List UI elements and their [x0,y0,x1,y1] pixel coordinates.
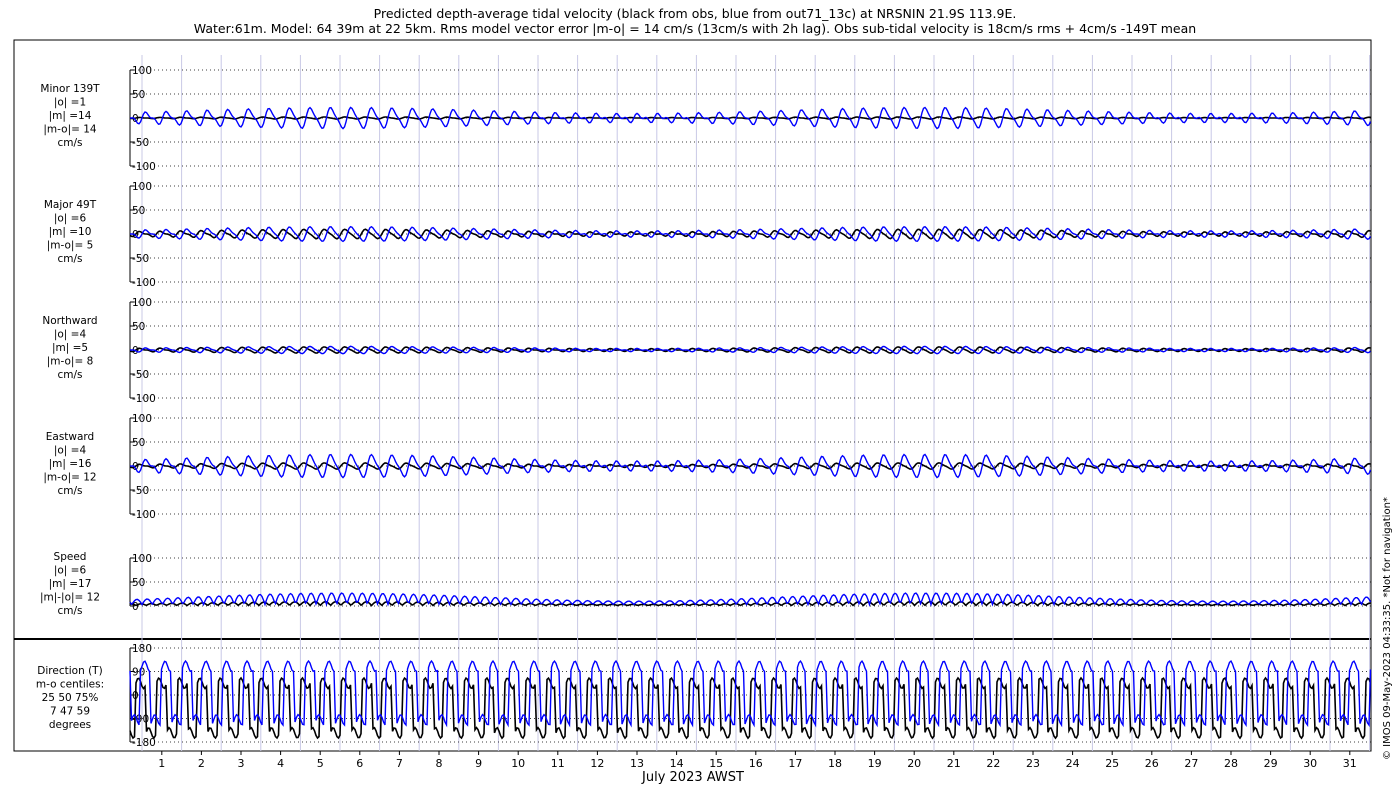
x-tick-label: 3 [238,757,245,770]
y-tick-label: 100 [132,181,152,193]
panel-direction: Direction (T) m-o centiles:25 50 75% 7 47 … [36,643,1372,749]
figure-frame [13,39,1372,752]
panel-label: cm/s [57,485,82,497]
figure: Predicted depth-average tidal velocity (… [0,0,1400,800]
credit-text: © IMOS 09-May-2023 04:33:35. *Not for na… [1382,497,1393,760]
y-tick-label: 50 [132,321,145,333]
panel-label: |m-o|= 8 [47,356,94,368]
panel-label: |o| =4 [54,329,87,341]
x-tick-label: 13 [630,757,644,770]
y-tick-label: 180 [132,643,152,655]
x-tick-label: 22 [986,757,1000,770]
x-tick-label: 7 [396,757,403,770]
x-tick-label: 10 [511,757,525,770]
y-tick-label: -50 [132,253,149,265]
x-tick-label: 20 [907,757,921,770]
y-tick-label: 100 [132,413,152,425]
x-tick-label: 5 [317,757,324,770]
x-tick-label: 26 [1145,757,1159,770]
panel-label: Northward [42,315,97,327]
x-axis-label: July 2023 AWST [641,770,744,785]
x-tick-label: 19 [868,757,882,770]
panel-label: cm/s [57,605,82,617]
x-tick-label: 18 [828,757,842,770]
y-tick-label: 50 [132,205,145,217]
x-tick-label: 8 [436,757,443,770]
x-tick-label: 25 [1105,757,1119,770]
y-tick-label: 90 [132,667,145,679]
panel-label: |o| =6 [54,213,87,225]
x-tick-label: 12 [590,757,604,770]
panel-label: degrees [49,719,91,731]
panel-label: |m| =14 [49,110,92,122]
x-tick-label: 27 [1184,757,1198,770]
y-tick-label: 100 [132,297,152,309]
x-tick-label: 11 [551,757,565,770]
panel-label: |m| =16 [49,458,92,470]
panel-label: |m-o|= 5 [47,240,94,252]
x-tick-label: 1 [158,757,165,770]
y-tick-label: 50 [132,577,145,589]
panel-label: cm/s [57,253,82,265]
x-tick-label: 30 [1303,757,1317,770]
panel-label: |o| =4 [54,445,87,457]
y-tick-label: -50 [132,369,149,381]
plot-area: Minor 139T|o| =1|m| =14|m-o|= 14cm/s1005… [13,39,1372,785]
panel-label: |m| =5 [52,342,88,354]
panel-label: |m| =10 [49,226,92,238]
panel-label: |o| =6 [54,565,87,577]
x-tick-label: 15 [709,757,723,770]
x-tick-label: 17 [788,757,802,770]
panel-label: Speed [54,551,87,563]
panel-label: Minor 139T [40,83,100,95]
x-tick-label: 6 [356,757,363,770]
y-tick-label: -50 [132,137,149,149]
y-tick-label: 100 [132,553,152,565]
y-tick-label: -180 [132,737,156,749]
y-tick-label: -50 [132,485,149,497]
panel-label: Eastward [46,431,94,443]
panel-label: cm/s [57,369,82,381]
x-tick-label: 24 [1066,757,1080,770]
x-tick-label: 31 [1343,757,1357,770]
y-tick-label: -100 [132,393,156,405]
panel-label: |o| =1 [54,97,86,109]
panel-label: |m-o|= 12 [43,472,96,484]
panel-label: cm/s [57,137,82,149]
x-tick-label: 21 [947,757,961,770]
x-tick-label: 16 [749,757,763,770]
panel-label: m-o centiles: [36,679,104,691]
x-tick-label: 14 [670,757,684,770]
x-tick-label: 28 [1224,757,1238,770]
panel-label: 7 47 59 [50,706,90,718]
panel-label: Major 49T [44,199,97,211]
y-tick-label: -100 [132,509,156,521]
panel-label: |m|-|o|= 12 [40,592,100,604]
y-tick-label: 100 [132,65,152,77]
y-tick-label: 50 [132,89,145,101]
y-tick-label: -100 [132,277,156,289]
speed-model-line [129,592,1372,607]
panel-label: |m| =17 [49,578,92,590]
panel-label: 25 50 75% [42,692,99,704]
panel-label: Direction (T) [37,665,102,677]
y-tick-label: -100 [132,161,156,173]
x-tick-label: 2 [198,757,205,770]
panel-label: |m-o|= 14 [43,124,97,136]
x-tick-label: 9 [475,757,482,770]
x-tick-label: 4 [277,757,284,770]
y-tick-label: 50 [132,437,145,449]
x-tick-label: 29 [1264,757,1278,770]
x-tick-label: 23 [1026,757,1040,770]
